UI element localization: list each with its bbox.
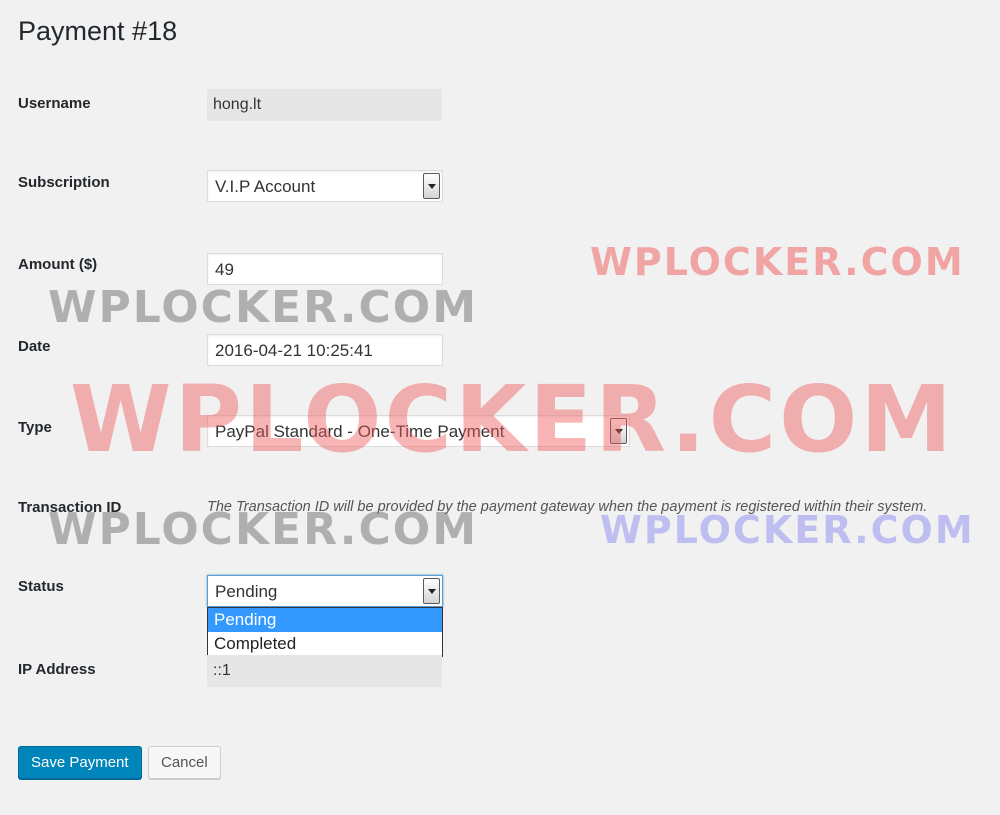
date-input[interactable]: 2016-04-21 10:25:41 [207, 334, 443, 366]
chevron-down-icon[interactable] [423, 173, 440, 199]
cancel-button[interactable]: Cancel [148, 746, 221, 779]
status-dropdown-list: Pending Completed [207, 607, 443, 657]
subscription-label: Subscription [18, 174, 110, 191]
transaction-id-description: The Transaction ID will be provided by t… [207, 499, 928, 515]
ip-address-label: IP Address [18, 661, 96, 678]
watermark-gray-top: WPLOCKER.COM [48, 282, 478, 333]
transaction-id-label: Transaction ID [18, 499, 122, 516]
amount-input[interactable]: 49 [207, 253, 443, 285]
chevron-down-icon[interactable] [610, 418, 627, 444]
username-label: Username [18, 95, 91, 112]
status-selected-value: Pending [215, 582, 278, 601]
watermark-red-small: WPLOCKER.COM [590, 240, 965, 284]
subscription-select[interactable]: V.I.P Account [207, 170, 443, 202]
status-label: Status [18, 578, 64, 595]
status-option-pending[interactable]: Pending [208, 608, 442, 632]
date-label: Date [18, 338, 51, 355]
status-option-completed[interactable]: Completed [208, 632, 442, 656]
chevron-down-icon[interactable] [423, 578, 440, 604]
ip-address-value: ::1 [207, 655, 442, 687]
type-label: Type [18, 419, 52, 436]
username-value: hong.lt [207, 89, 442, 121]
subscription-selected-value: V.I.P Account [215, 177, 316, 196]
status-select[interactable]: Pending [207, 575, 443, 607]
type-select[interactable]: PayPal Standard - One-Time Payment [207, 415, 630, 447]
type-selected-value: PayPal Standard - One-Time Payment [215, 422, 505, 441]
save-payment-button[interactable]: Save Payment [18, 746, 142, 779]
amount-label: Amount ($) [18, 256, 98, 273]
page-title: Payment #18 [18, 16, 178, 46]
